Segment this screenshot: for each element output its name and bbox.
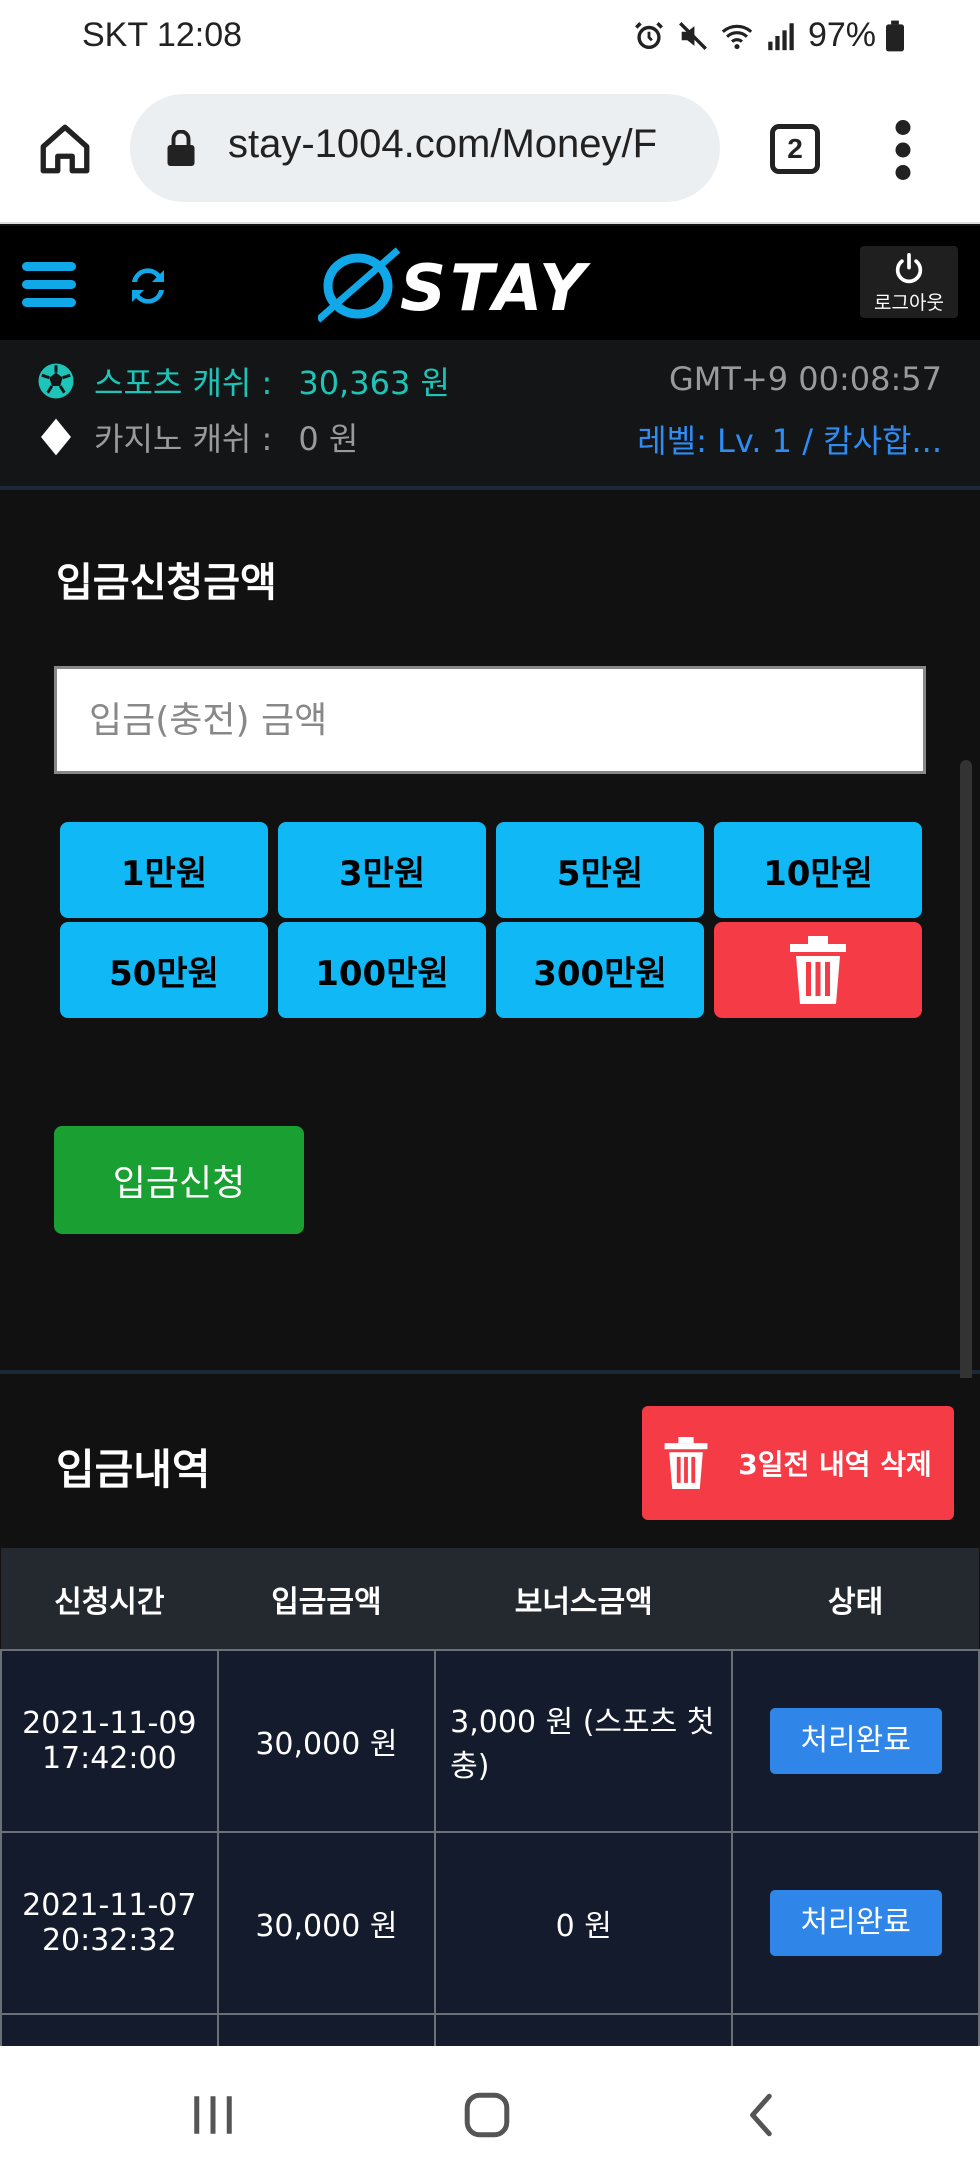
address-bar[interactable]: stay-1004.com/Money/F [130, 94, 720, 202]
history-title: 입금내역 [56, 1445, 211, 1494]
lock-icon [167, 130, 195, 166]
row-time: 2021-11-09 17:42:00 [0, 1649, 219, 1833]
back-icon[interactable] [738, 2090, 788, 2140]
casino-cash-row: 카지노 캐쉬 : 0 원 [36, 414, 358, 460]
status-badge[interactable]: 처리완료 [769, 1708, 942, 1774]
row-amount: 30,000 원 [216, 1649, 437, 1833]
row-status: 처리완료 [731, 1831, 980, 2015]
trash-icon [664, 1437, 708, 1489]
amount-button-50[interactable]: 50만원 [60, 922, 268, 1018]
column-header-time: 신청시간 [1, 1548, 218, 1650]
casino-cash-value: 0 원 [298, 420, 359, 458]
amount-button-100[interactable]: 100만원 [278, 922, 486, 1018]
row-date-text: 2021-11-09 [22, 1706, 197, 1741]
logout-button[interactable]: 로그아웃 [860, 246, 958, 318]
system-nav-bar [0, 2046, 980, 2177]
column-header-bonus: 보너스금액 [435, 1548, 733, 1650]
browser-bar: stay-1004.com/Money/F 2 [0, 78, 980, 224]
row-time-text: 17:42:00 [41, 1741, 177, 1776]
logout-label: 로그아웃 [874, 292, 944, 314]
sports-cash-label: 스포츠 캐쉬 : [94, 364, 273, 402]
history-header: 입금내역 3일전 내역 삭제 [0, 1378, 980, 1548]
sports-cash-value: 30,363 원 [298, 364, 450, 402]
trash-icon [790, 936, 846, 1004]
refresh-icon[interactable] [124, 262, 172, 310]
deposit-amount-input[interactable] [54, 666, 926, 774]
row-time: 2021-11-07 20:32:32 [0, 1831, 219, 2015]
logo-text: STAY [400, 252, 591, 324]
row-date-text: 2021-11-07 [22, 1888, 197, 1923]
amount-button-10[interactable]: 10만원 [714, 822, 922, 918]
row-time-text: 20:32:32 [41, 1923, 177, 1958]
status-badge[interactable]: 처리완료 [769, 1890, 942, 1956]
status-bar: SKT 12:08 97% [0, 0, 980, 78]
casino-cash-label: 카지노 캐쉬 : [94, 420, 273, 458]
cash-info: 스포츠 캐쉬 : 30,363 원 카지노 캐쉬 : 0 원 GMT+9 00:… [0, 340, 980, 490]
amount-button-300[interactable]: 300만원 [496, 922, 704, 1018]
power-icon [895, 252, 923, 284]
user-level[interactable]: 레벨: Lv. 1 / 캄사합... [637, 416, 942, 462]
table-row: 2021-11-09 17:42:00 30,000 원 3,000 원 (스포츠… [0, 1649, 980, 1833]
deposit-section: 입금신청금액 1만원 3만원 5만원 10만원 50만원 100만원 300만원… [0, 494, 980, 1374]
clear-amount-button[interactable] [714, 922, 922, 1018]
more-vert-icon[interactable] [890, 120, 916, 180]
home-icon[interactable] [36, 120, 94, 178]
gmt-clock: GMT+9 00:08:57 [668, 360, 942, 398]
carrier-time: SKT 12:08 [82, 16, 243, 54]
signal-icon [768, 22, 794, 50]
stay-logo[interactable]: STAY [318, 244, 668, 324]
row-bonus: 0 원 [434, 1831, 734, 2015]
soccer-ball-icon [38, 363, 74, 399]
column-header-amount: 입금금액 [217, 1548, 436, 1650]
mute-icon [678, 21, 707, 50]
amount-button-3[interactable]: 3만원 [278, 822, 486, 918]
alarm-icon [634, 21, 663, 49]
deposit-submit-button[interactable]: 입금신청 [54, 1126, 304, 1234]
diamond-icon [41, 418, 71, 456]
menu-icon[interactable] [22, 260, 76, 310]
battery-icon [886, 20, 904, 51]
battery-percent: 97% [807, 16, 876, 54]
url-text: stay-1004.com/Money/F [228, 122, 658, 166]
column-header-status: 상태 [732, 1548, 979, 1650]
row-status: 처리완료 [731, 1649, 980, 1833]
table-header-row: 신청시간 입금금액 보너스금액 상태 [1, 1548, 979, 1650]
amount-button-5[interactable]: 5만원 [496, 822, 704, 918]
recent-apps-icon[interactable] [188, 2090, 238, 2140]
home-nav-icon[interactable] [462, 2090, 512, 2140]
sports-cash-row: 스포츠 캐쉬 : 30,363 원 [36, 358, 450, 404]
table-row: 2021-11-07 20:32:32 30,000 원 0 원 처리완료 [0, 1831, 980, 2015]
delete-old-history-button[interactable]: 3일전 내역 삭제 [642, 1406, 954, 1520]
deposit-title: 입금신청금액 [56, 560, 277, 606]
row-amount: 30,000 원 [216, 1831, 437, 2015]
amount-button-1[interactable]: 1만원 [60, 822, 268, 918]
tab-switcher-button[interactable]: 2 [770, 124, 820, 174]
app-header: STAY 로그아웃 [0, 226, 980, 340]
row-bonus: 3,000 원 (스포츠 첫충) [434, 1649, 734, 1833]
wifi-icon [721, 24, 753, 49]
delete-old-history-label: 3일전 내역 삭제 [738, 1448, 932, 1481]
status-right: 97% [632, 16, 904, 55]
